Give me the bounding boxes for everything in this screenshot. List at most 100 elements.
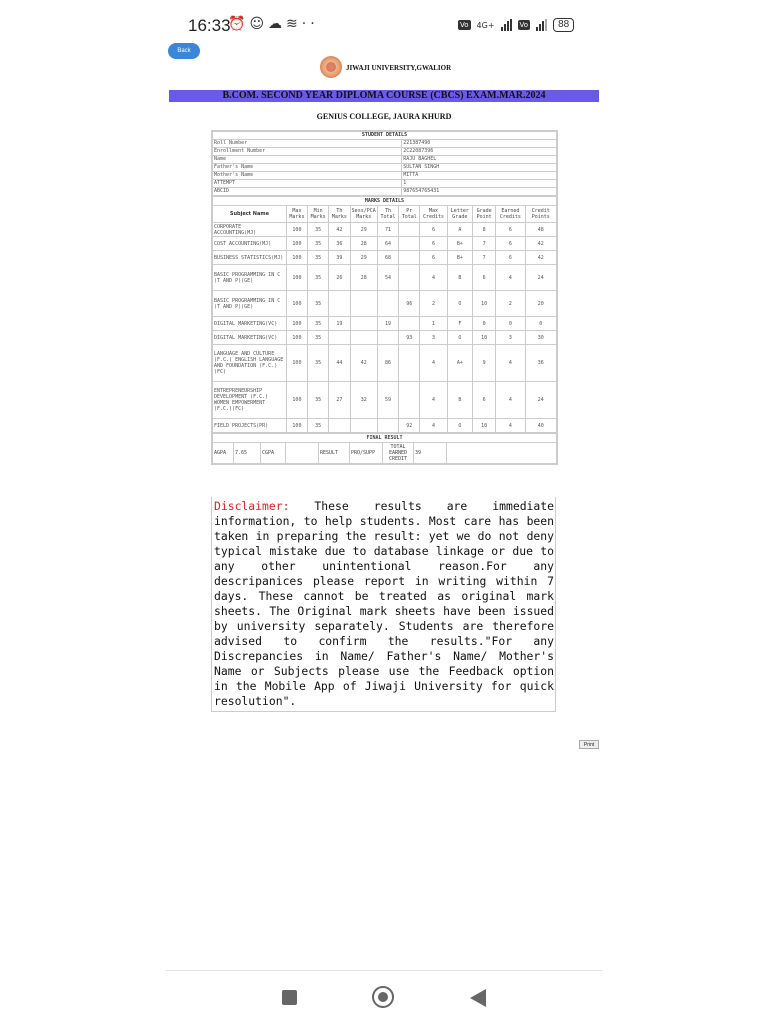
marks-header-cell: Th Total bbox=[376, 205, 400, 223]
disclaimer-text: Disclaimer: These results are immediate … bbox=[211, 497, 556, 712]
status-bar: 16:33 ⏰☺☁≋·· Vo 4G+ Vo 88 bbox=[0, 0, 768, 52]
marks-cell-max-credits: 6 bbox=[419, 222, 448, 237]
subject-name: CORPORATE ACCOUNTING(MJ) bbox=[212, 222, 287, 237]
marks-cell-credit-points: 30 bbox=[524, 330, 558, 345]
disclaimer-label: Disclaimer: bbox=[214, 499, 290, 513]
cgpa-value bbox=[285, 442, 319, 464]
marks-cell-th-total bbox=[376, 418, 400, 433]
marks-cell-th-total: 86 bbox=[376, 344, 400, 382]
final-result-title: FINAL RESULT bbox=[212, 433, 557, 443]
signal-icon-2 bbox=[536, 19, 548, 31]
marks-cell-min: 35 bbox=[307, 222, 330, 237]
marks-cell-max: 100 bbox=[285, 290, 309, 317]
subject-name: COST ACCOUNTING(MJ) bbox=[212, 236, 287, 251]
marks-cell-th: 19 bbox=[328, 316, 351, 331]
marks-cell-th-total: 54 bbox=[376, 264, 400, 291]
result-card: STUDENT DETAILS Roll Number 221387490 Enro… bbox=[211, 130, 558, 465]
marks-cell-max: 100 bbox=[285, 236, 309, 251]
student-detail-label: Mother's Name bbox=[211, 171, 403, 180]
home-icon[interactable] bbox=[372, 986, 394, 1008]
student-details-title: STUDENT DETAILS bbox=[212, 131, 557, 140]
marks-cell-sess: 28 bbox=[349, 264, 378, 291]
marks-cell-max-credits: 3 bbox=[419, 330, 448, 345]
marks-cell-credit-points: 20 bbox=[524, 290, 558, 317]
back-button[interactable]: Back bbox=[168, 43, 200, 59]
student-detail-value: 2C22087396 bbox=[401, 147, 557, 156]
back-nav-icon[interactable] bbox=[470, 989, 486, 1007]
marks-cell-sess bbox=[349, 418, 378, 433]
more-icon: ·· bbox=[301, 16, 319, 32]
marks-cell-th-total: 64 bbox=[376, 236, 400, 251]
subject-name: DIGITAL MARKETING(VC) bbox=[212, 316, 287, 331]
marks-cell-min: 35 bbox=[307, 418, 330, 433]
marks-row: BASIC PROGRAMMING IN C (T AND P)(GE) 100 3… bbox=[212, 264, 558, 291]
marks-row: LANGUAGE AND CULTURE (F.C.) ENGLISH LANG… bbox=[212, 344, 558, 382]
marks-cell-pr-total bbox=[398, 381, 421, 419]
marks-cell-pr-total: 92 bbox=[398, 418, 421, 433]
student-detail-label: Father's Name bbox=[211, 163, 403, 172]
marks-cell-max: 100 bbox=[285, 250, 309, 265]
marks-header-cell: Credit Points bbox=[524, 205, 558, 223]
marks-cell-grade: B+ bbox=[446, 250, 473, 265]
clock: 16:33 bbox=[188, 16, 231, 35]
marks-cell-max-credits: 4 bbox=[419, 381, 448, 419]
subject-name: BUSINESS STATISTICS(MJ) bbox=[212, 250, 287, 265]
marks-cell-th bbox=[328, 290, 351, 317]
marks-cell-max: 100 bbox=[285, 264, 309, 291]
marks-header-cell: Th Marks bbox=[328, 205, 351, 223]
marks-cell-pr-total bbox=[398, 264, 421, 291]
marks-header-cell: Earned Credits bbox=[495, 205, 526, 223]
marks-cell-th-total bbox=[376, 330, 400, 345]
marks-cell-grade-point: 0 bbox=[471, 316, 497, 331]
student-detail-label: Roll Number bbox=[211, 139, 403, 148]
volte-icon: Vo bbox=[458, 20, 471, 30]
marks-cell-pr-total bbox=[398, 344, 421, 382]
marks-cell-credit-points: 48 bbox=[524, 222, 558, 237]
marks-cell-credit-points: 24 bbox=[524, 264, 558, 291]
marks-cell-grade: O bbox=[446, 290, 473, 317]
marks-cell-max: 100 bbox=[285, 330, 309, 345]
marks-cell-th bbox=[328, 330, 351, 345]
marks-cell-grade-point: 6 bbox=[471, 381, 497, 419]
marks-header-cell: Sess/PCA Marks bbox=[349, 205, 378, 223]
marks-cell-credit-points: 36 bbox=[524, 344, 558, 382]
marks-cell-sess: 42 bbox=[349, 344, 378, 382]
print-button[interactable]: Print bbox=[579, 740, 599, 749]
subject-name: LANGUAGE AND CULTURE (F.C.) ENGLISH LANG… bbox=[212, 344, 287, 382]
total-earned-credit-value: 39 bbox=[413, 442, 447, 464]
marks-table: MARKS DETAILS Subject Name Max Marks Min M… bbox=[212, 196, 558, 433]
marks-cell-sess: 29 bbox=[349, 222, 378, 237]
marks-cell-max-credits: 6 bbox=[419, 236, 448, 251]
marks-header-cell: Max Marks bbox=[285, 205, 309, 223]
marks-header-cell: Pr Total bbox=[398, 205, 421, 223]
nav-bar-divider bbox=[165, 970, 603, 971]
alarm-icon: ⏰ bbox=[228, 16, 250, 32]
marks-row: COST ACCOUNTING(MJ) 100 35 36 28 64 6 B+ 7 6 42 bbox=[212, 236, 558, 251]
marks-cell-grade-point: 7 bbox=[471, 236, 497, 251]
marks-cell-earned: 4 bbox=[495, 344, 526, 382]
university-name: JIWAJI UNIVERSITY,GWALIOR bbox=[346, 64, 452, 72]
student-detail-row: ATTEMPT 1 bbox=[211, 179, 557, 188]
marks-row: CORPORATE ACCOUNTING(MJ) 100 35 42 29 71 6 A 8 6 4… bbox=[212, 222, 558, 237]
student-details-table: STUDENT DETAILS Roll Number 221387490 Enro… bbox=[211, 131, 557, 196]
marks-cell-grade: O bbox=[446, 330, 473, 345]
subject-name: DIGITAL MARKETING(VC) bbox=[212, 330, 287, 345]
volte-icon-2: Vo bbox=[517, 20, 531, 30]
disclaimer-body: These results are immediate information,… bbox=[214, 499, 554, 708]
marks-cell-earned: 3 bbox=[495, 330, 526, 345]
marks-cell-earned: 4 bbox=[495, 418, 526, 433]
total-earned-credit-label: TOTAL EARNED CREDIT bbox=[382, 442, 414, 464]
marks-cell-th bbox=[328, 418, 351, 433]
layers-icon: ≋ bbox=[286, 16, 302, 32]
marks-header-cell: Subject Name bbox=[212, 205, 287, 223]
final-result-table: FINAL RESULT AGPA 7.65 CGPA RESULT PRO/S… bbox=[212, 433, 557, 464]
marks-cell-th-total bbox=[376, 290, 400, 317]
agpa-label: AGPA bbox=[212, 442, 234, 464]
marks-cell-th-total: 59 bbox=[376, 381, 400, 419]
marks-cell-sess bbox=[349, 330, 378, 345]
marks-cell-grade: B bbox=[446, 381, 473, 419]
recent-apps-icon[interactable] bbox=[282, 990, 297, 1005]
marks-cell-grade-point: 10 bbox=[471, 290, 497, 317]
marks-cell-th-total: 68 bbox=[376, 250, 400, 265]
marks-cell-earned: 0 bbox=[495, 316, 526, 331]
